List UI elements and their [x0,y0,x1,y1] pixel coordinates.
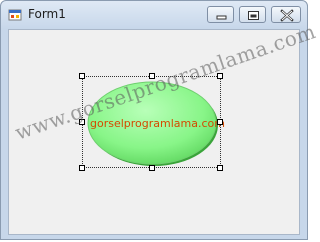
resize-handle-bottom-left[interactable] [79,165,85,171]
minimize-button[interactable] [207,6,234,23]
form-icon [8,9,22,21]
maximize-button[interactable] [239,6,266,23]
minimize-icon [216,15,227,20]
close-button[interactable] [271,6,301,23]
resize-handle-bottom-right[interactable] [217,165,223,171]
resize-handle-bottom[interactable] [149,165,155,171]
resize-handle-right[interactable] [217,119,223,125]
resize-handle-top-left[interactable] [79,73,85,79]
window-title: Form1 [28,7,66,21]
maximize-icon [248,11,259,20]
title-bar[interactable]: Form1 [1,1,307,29]
close-icon [280,9,294,22]
